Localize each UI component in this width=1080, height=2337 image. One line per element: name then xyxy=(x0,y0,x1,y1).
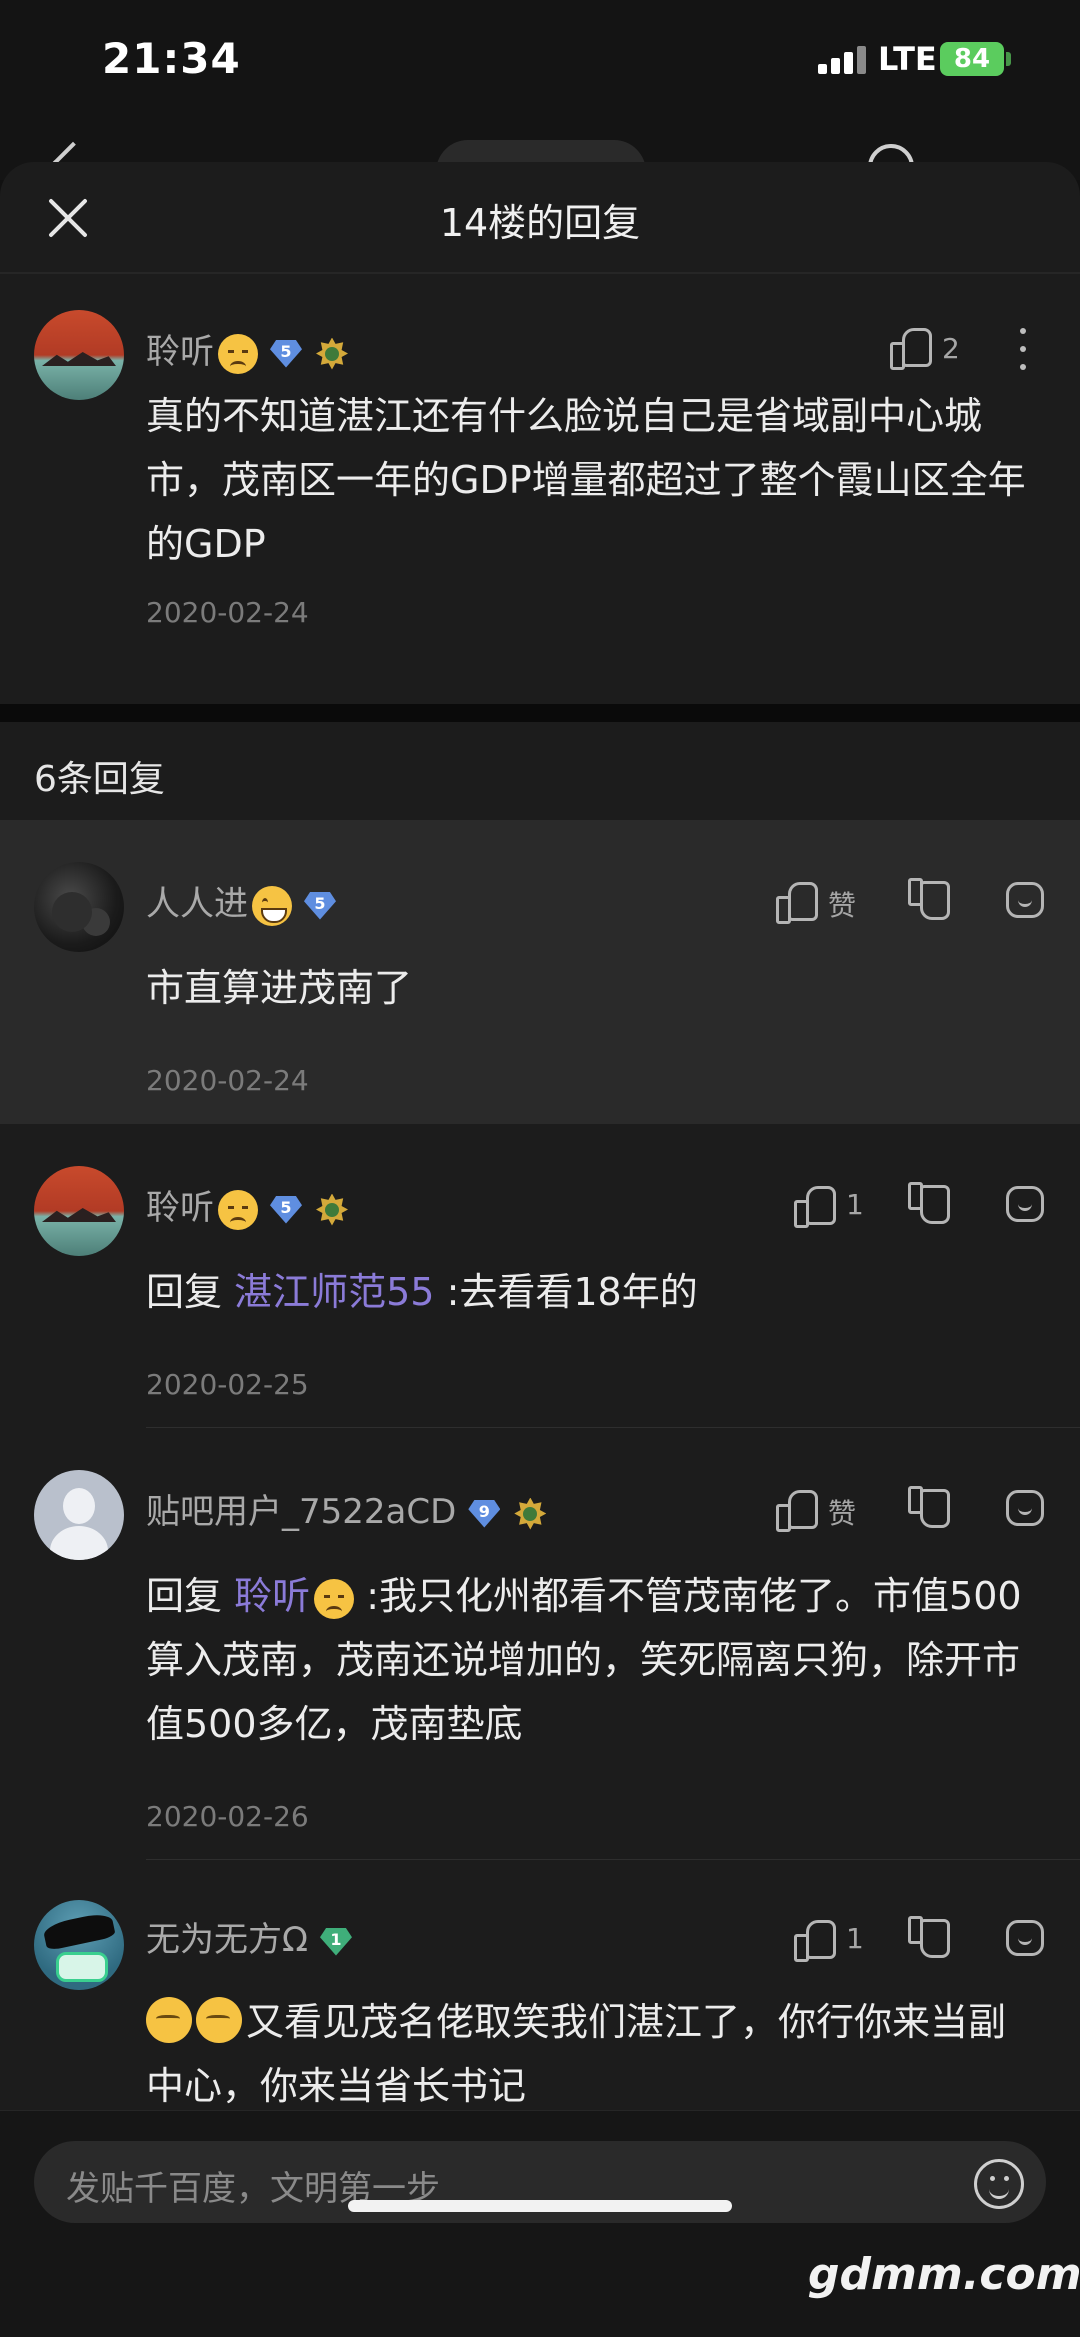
avatar[interactable] xyxy=(34,310,124,400)
dislike-icon[interactable] xyxy=(908,882,948,922)
watermark: gdmm.com xyxy=(808,2249,1080,2300)
comment-icon[interactable] xyxy=(1006,1490,1044,1526)
username-text: 聆听 xyxy=(146,1188,214,1228)
battery-icon: 84 xyxy=(940,42,1004,76)
reply-item[interactable]: 无为无方Ω 1 1 又看见茂名佬取笑我们湛江了，你行你来当副中心，你来当省长书记 xyxy=(0,1860,1080,2110)
reply-date: 2020-02-24 xyxy=(146,1064,309,1097)
level-badge: 5 xyxy=(266,338,306,370)
grin-face-emoji xyxy=(252,885,292,926)
reply-text: 又看见茂名佬取笑我们湛江了，你行你来当副中心，你来当省长书记 xyxy=(146,1990,1036,2110)
username-text: 无为无方Ω xyxy=(146,1920,308,1960)
avatar[interactable] xyxy=(34,1900,124,1990)
dislike-icon[interactable] xyxy=(908,1186,948,1226)
like-count: 1 xyxy=(846,1922,864,1955)
username[interactable]: 人人进 5 xyxy=(146,876,340,926)
like-icon[interactable] xyxy=(794,1184,836,1228)
username-text: 人人进 xyxy=(146,884,248,924)
medal-icon xyxy=(314,1192,350,1228)
username-text: 聆听 xyxy=(146,332,214,372)
level-badge: 1 xyxy=(316,1926,356,1958)
signal-icon xyxy=(818,46,868,74)
status-bar: 21:34 LTE 84 xyxy=(0,0,1080,120)
avatar[interactable] xyxy=(34,1166,124,1256)
reply-date: 2020-02-26 xyxy=(146,1800,309,1833)
smirk-emoji xyxy=(146,1997,192,2043)
like-icon[interactable] xyxy=(776,880,818,924)
like-label: 赞 xyxy=(828,1497,857,1530)
main-post: 聆听 5 2 真的不知道湛江还有什么脸说自己是省域副中心城市，茂南区一年的GDP增… xyxy=(0,274,1080,704)
like-icon[interactable] xyxy=(794,1918,836,1962)
sad-face-emoji xyxy=(218,333,258,374)
dislike-icon[interactable] xyxy=(908,1920,948,1960)
smirk-emoji xyxy=(196,1997,242,2043)
reply-count: 6条回复 xyxy=(34,759,165,800)
sheet-header: 14楼的回复 xyxy=(0,162,1080,274)
reply-text: 市直算进茂南了 xyxy=(146,966,413,1010)
username[interactable]: 聆听 5 xyxy=(146,1180,350,1230)
reply-sheet: 14楼的回复 聆听 5 2 真的不知道湛江还有什么脸说自己是省域副中心城市，茂南区… xyxy=(0,162,1080,2337)
home-indicator[interactable] xyxy=(348,2200,732,2212)
like-label: 赞 xyxy=(828,889,857,922)
like-count: 1 xyxy=(846,1188,864,1221)
battery-tip xyxy=(1006,52,1011,66)
dislike-icon[interactable] xyxy=(908,1490,948,1530)
comment-icon[interactable] xyxy=(1006,1920,1044,1956)
username[interactable]: 贴吧用户_7522aCD 9 xyxy=(146,1484,548,1533)
username[interactable]: 聆听 5 xyxy=(146,324,350,374)
sad-face-emoji xyxy=(218,1189,258,1230)
sheet-title: 14楼的回复 xyxy=(439,201,641,245)
level-badge: 5 xyxy=(300,890,340,922)
reply-text: 回复 湛江师范55 :去看看18年的 xyxy=(146,1270,698,1314)
like-icon[interactable] xyxy=(776,1488,818,1532)
username[interactable]: 无为无方Ω 1 xyxy=(146,1912,356,1961)
status-time: 21:34 xyxy=(102,34,241,83)
like-icon[interactable] xyxy=(890,326,932,370)
bottom-bar: 发贴千百度，文明第一步 gdmm.com xyxy=(0,2110,1080,2337)
medal-icon xyxy=(314,336,350,372)
more-icon[interactable] xyxy=(1020,328,1028,372)
comment-icon[interactable] xyxy=(1006,882,1044,918)
reply-item[interactable]: 贴吧用户_7522aCD 9 赞 回复 聆听 :我只化州都看不管茂南佬了。市值50… xyxy=(0,1428,1080,1860)
medal-icon xyxy=(512,1496,548,1532)
reply-item[interactable]: 聆听 5 1 回复 湛江师范55 :去看看18年的 2020-02-25 xyxy=(0,1124,1080,1428)
emoji-icon[interactable] xyxy=(974,2159,1024,2209)
like-count: 2 xyxy=(942,332,960,365)
reply-item[interactable]: 人人进 5 赞 市直算进茂南了 2020-02-24 xyxy=(0,820,1080,1124)
reply-date: 2020-02-25 xyxy=(146,1368,309,1401)
level-badge: 9 xyxy=(464,1498,504,1530)
mention-link[interactable]: 聆听 xyxy=(234,1574,355,1619)
section-divider xyxy=(0,704,1080,722)
level-badge: 5 xyxy=(266,1194,306,1226)
network-type: LTE xyxy=(878,40,937,78)
sad-face-emoji xyxy=(314,1578,355,1619)
mention-link[interactable]: 湛江师范55 xyxy=(234,1270,434,1314)
comment-icon[interactable] xyxy=(1006,1186,1044,1222)
avatar[interactable] xyxy=(34,862,124,952)
reply-text: 回复 聆听 :我只化州都看不管茂南佬了。市值500算入茂南，茂南还说增加的，笑死… xyxy=(146,1574,1022,1746)
avatar[interactable] xyxy=(34,1470,124,1560)
post-date: 2020-02-24 xyxy=(146,596,309,629)
post-text: 真的不知道湛江还有什么脸说自己是省域副中心城市，茂南区一年的GDP增量都超过了整… xyxy=(146,394,1026,566)
username-text: 贴吧用户_7522aCD xyxy=(146,1492,457,1532)
